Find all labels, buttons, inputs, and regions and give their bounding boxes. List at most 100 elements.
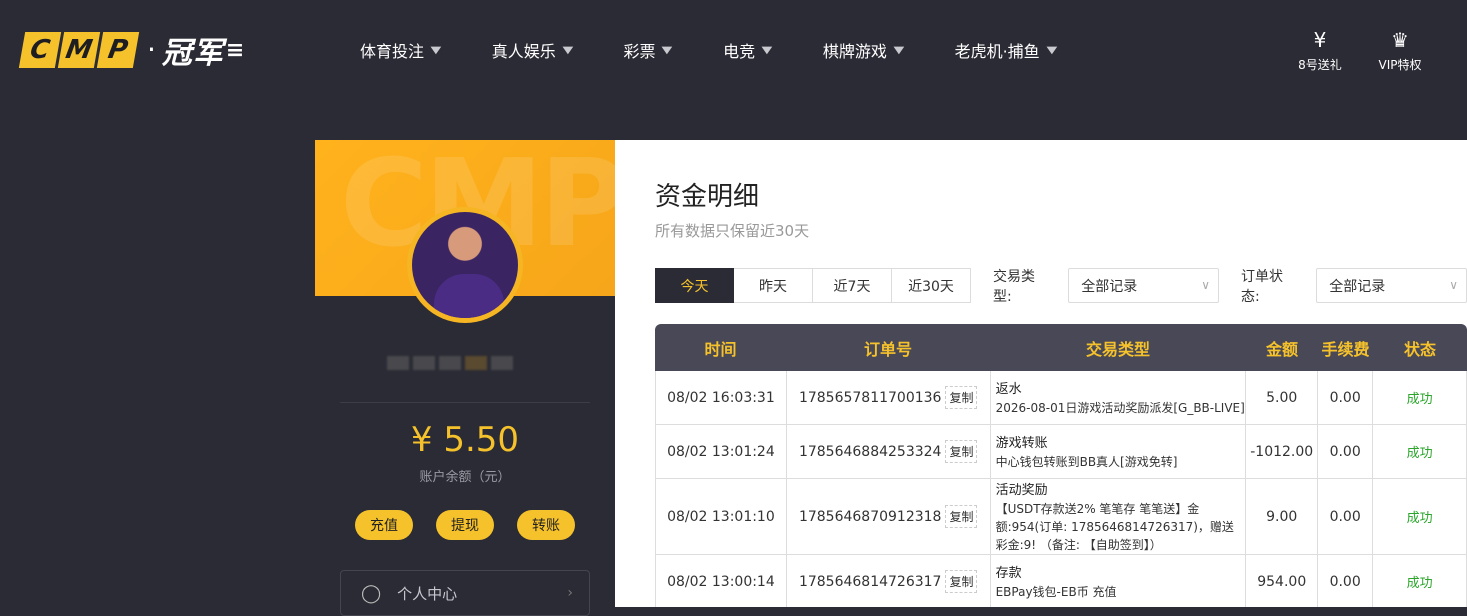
transactions-table: 时间 订单号 交易类型 金额 手续费 状态 08/02 16:03:31 178… [655,324,1467,607]
nav-lottery[interactable]: 彩票 ▼ [623,38,672,62]
crown-icon: ♛ [1391,28,1409,52]
cell-order: 1785646884253324 复制 [787,425,991,478]
type-desc: 【USDT存款送2% 笔笔存 笔笔送】金额:954(订单: 1785646814… [995,502,1234,552]
date-tabs: 今天 昨天 近7天 近30天 [655,268,971,303]
cell-time: 08/02 16:03:31 [656,371,787,424]
col-amount: 金额 [1265,339,1298,359]
status-badge: 成功 [1406,392,1433,407]
type-title: 游戏转账 [995,436,1048,451]
nav-label: 真人娱乐 [491,42,556,61]
profile-card: CMP ¥ 5.50 账户余额（元） 充值 提现 转账 ◯ 个人中心 › [315,140,615,616]
col-status: 状态 [1403,339,1436,359]
status-badge: 成功 [1406,446,1433,461]
nav-live-casino[interactable]: 真人娱乐 ▼ [491,38,573,62]
cell-type: 活动奖励【USDT存款送2% 笔笔存 笔笔送】金额:954(订单: 178564… [991,479,1247,554]
trade-type-select[interactable]: 全部记录 ∨ [1068,268,1219,303]
blur-segment [387,356,409,370]
cell-fee: 0.00 [1318,555,1374,607]
cell-fee: 0.00 [1318,425,1374,478]
table-row: 08/02 13:01:10 1785646870912318 复制 活动奖励【U… [655,479,1467,555]
vip-link[interactable]: ♛ VIP特权 [1360,28,1440,73]
gift-label: 8号送礼 [1298,58,1342,72]
copy-button[interactable]: 复制 [945,386,978,409]
select-value: 全部记录 [1329,278,1386,295]
type-desc: 2026-08-01日游戏活动奖励派发[G_BB-LIVE] [995,401,1245,415]
chevron-down-icon: ▼ [562,44,573,56]
nav-label: 体育投注 [360,42,425,61]
top-header: C M P · 冠军 ≡ 体育投注 ▼ 真人娱乐 ▼ 彩票 ▼ 电竞 ▼ 棋牌游戏 ▼ 老… [0,0,1467,100]
order-number: 1785657811700136 [798,389,942,406]
avatar[interactable] [407,207,523,323]
nav-label: 棋牌游戏 [822,42,887,61]
cell-fee: 0.00 [1318,479,1374,554]
logo-dot: · [147,33,156,66]
blur-segment [439,356,461,370]
copy-button[interactable]: 复制 [945,570,978,593]
chevron-down-icon: ▼ [430,44,442,56]
logo-letter-p: P [96,32,140,68]
order-status-select[interactable]: 全部记录 ∨ [1316,268,1467,303]
cell-type: 游戏转账 中心钱包转账到BB真人[游戏免转] [991,425,1247,478]
order-number: 1785646814726317 [798,573,942,590]
tab-today[interactable]: 今天 [655,268,734,303]
logo-letter-c: C [18,32,62,68]
nav-esports[interactable]: 电竞 ▼ [723,38,773,62]
order-number: 1785646884253324 [798,443,942,460]
withdraw-button[interactable]: 提现 [436,510,494,540]
copy-button[interactable]: 复制 [945,505,978,528]
select-value: 全部记录 [1081,278,1138,295]
cell-type: 返水 2026-08-01日游戏活动奖励派发[G_BB-LIVE] [991,371,1247,424]
cell-status: 成功 [1373,425,1467,478]
copy-button[interactable]: 复制 [945,440,978,463]
col-type: 交易类型 [1085,339,1150,359]
user-icon: ◯ [361,582,382,604]
blur-segment [413,356,435,370]
type-title: 存款 [995,566,1022,581]
tab-7days[interactable]: 近7天 [813,268,892,303]
gift-link[interactable]: ¥ 8号送礼 [1280,28,1360,73]
username-blurred [387,351,543,375]
avatar-image [412,212,518,318]
deposit-button[interactable]: 充值 [355,510,413,540]
cell-type: 存款 EBPay钱包-EB币 充值 [991,555,1247,607]
chevron-down-icon: ▼ [893,44,905,56]
order-number: 1785646870912318 [798,508,942,525]
logo-chinese-text: 冠军 [161,36,224,71]
app-link[interactable]: ▯ AP [1440,28,1467,73]
nav-slots-fishing[interactable]: 老虎机·捕鱼 ▼ [955,38,1057,62]
chevron-down-icon: ∨ [1201,278,1210,292]
cell-amount: -1012.00 [1246,425,1319,478]
tab-yesterday[interactable]: 昨天 [734,268,813,303]
chevron-down-icon: ▼ [761,44,773,56]
col-time: 时间 [704,339,737,359]
cell-order: 1785657811700136 复制 [787,371,991,424]
table-row: 08/02 13:00:14 1785646814726317 复制 存款 EBPa… [655,555,1467,607]
type-title: 活动奖励 [995,483,1048,498]
cell-status: 成功 [1373,555,1467,607]
personal-center-menu[interactable]: ◯ 个人中心 › [340,570,590,616]
funds-detail-panel: 资金明细 所有数据只保留近30天 今天 昨天 近7天 近30天 交易类型: 全部… [615,140,1467,607]
cell-time: 08/02 13:01:10 [656,479,787,554]
cell-amount: 5.00 [1246,371,1319,424]
cell-status: 成功 [1373,371,1467,424]
table-header: 时间 订单号 交易类型 金额 手续费 状态 [655,324,1467,371]
wallet-actions: 充值 提现 转账 [355,510,575,540]
cmp-logo[interactable]: C M P · 冠军 ≡ [18,30,244,71]
page-subtitle: 所有数据只保留近30天 [655,222,810,240]
chevron-down-icon: ▼ [1046,44,1057,56]
tab-30days[interactable]: 近30天 [892,268,971,303]
cell-fee: 0.00 [1318,371,1374,424]
nav-card-games[interactable]: 棋牌游戏 ▼ [822,38,905,62]
cell-amount: 954.00 [1246,555,1319,607]
divider [340,402,590,403]
main-nav: 体育投注 ▼ 真人娱乐 ▼ 彩票 ▼ 电竞 ▼ 棋牌游戏 ▼ 老虎机·捕鱼 ▼ [360,0,1107,100]
cell-status: 成功 [1373,479,1467,554]
logo-letter-m: M [57,32,101,68]
status-badge: 成功 [1406,576,1433,591]
nav-sports[interactable]: 体育投注 ▼ [360,38,442,62]
menu-label: 个人中心 [397,584,458,603]
cell-order: 1785646870912318 复制 [787,479,991,554]
cell-order: 1785646814726317 复制 [787,555,991,607]
table-row: 08/02 16:03:31 1785657811700136 复制 返水 2026… [655,371,1467,425]
transfer-button[interactable]: 转账 [517,510,575,540]
